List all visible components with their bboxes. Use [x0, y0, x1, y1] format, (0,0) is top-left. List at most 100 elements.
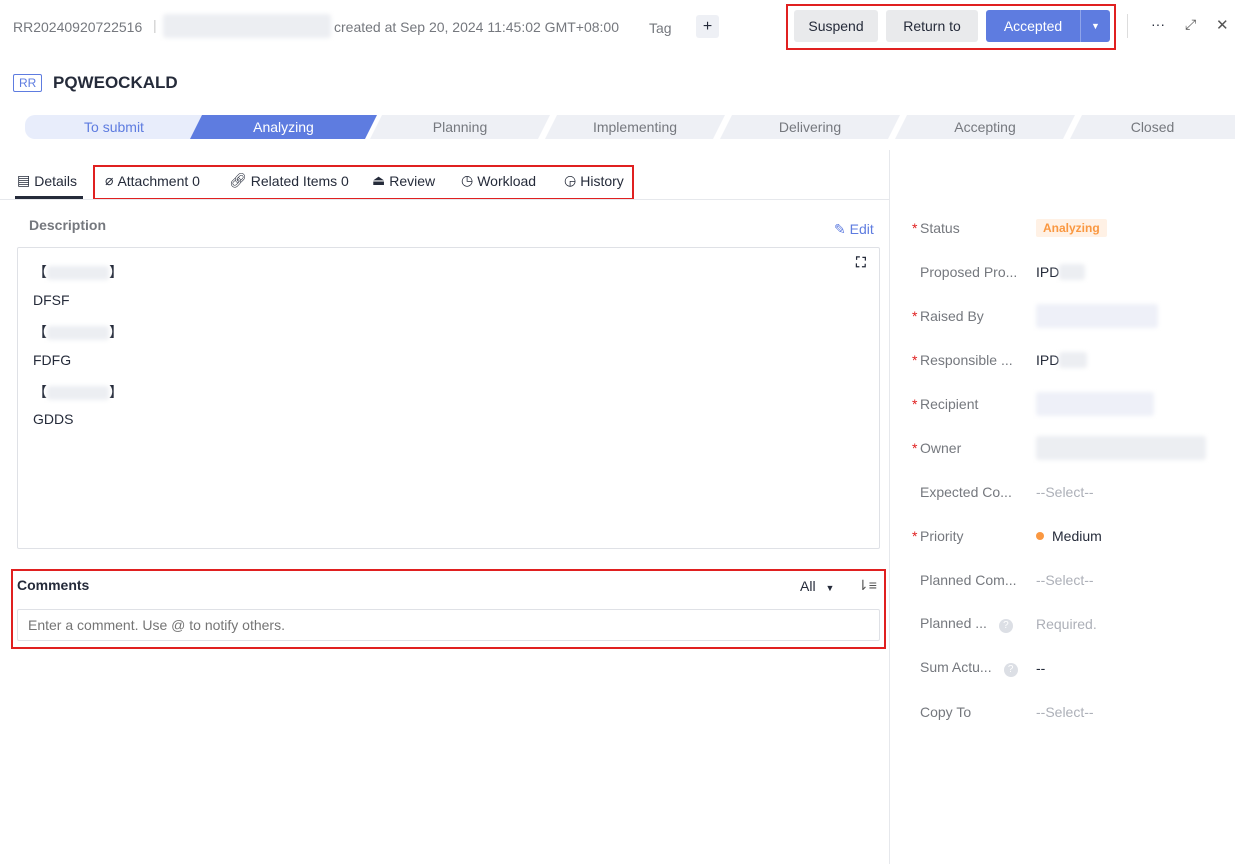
tab-details[interactable]: ▤ Details — [17, 172, 77, 189]
suspend-button[interactable]: Suspend — [794, 10, 878, 42]
paperclip-icon: ⌀ — [105, 172, 114, 188]
field-planned-completion[interactable]: Planned Com... --Select-- — [912, 570, 1094, 590]
required-marker: * — [912, 308, 918, 324]
blurred-heading — [47, 386, 109, 401]
required-marker: * — [912, 220, 918, 236]
add-tag-button[interactable]: + — [696, 15, 719, 38]
clock-icon: ◷ — [461, 172, 474, 188]
required-marker: * — [912, 440, 918, 456]
stage-to-submit[interactable]: To submit — [25, 115, 203, 139]
description-box[interactable] — [17, 247, 880, 549]
field-label: Responsible ... — [920, 352, 1013, 368]
pencil-icon: ✎ — [834, 221, 846, 237]
field-value: Required. — [1036, 616, 1097, 632]
field-value: -- — [1036, 660, 1046, 676]
tab-workload[interactable]: ◷ Workload — [461, 172, 536, 189]
comment-filter-dropdown[interactable]: All ▼ — [800, 578, 834, 594]
field-label: Expected Co... — [920, 484, 1012, 500]
comments-title: Comments — [17, 577, 90, 593]
panel-divider — [889, 150, 890, 864]
close-icon[interactable]: ✕ — [1216, 16, 1229, 34]
edit-button[interactable]: ✎ Edit — [834, 221, 874, 238]
field-raised-by[interactable]: * Raised By — [912, 304, 1158, 328]
blurred-value — [1059, 352, 1088, 368]
stage-closed[interactable]: Closed — [1070, 115, 1235, 139]
field-label: Raised By — [920, 308, 984, 324]
history-icon: ◶ — [564, 172, 577, 188]
type-badge: RR — [13, 74, 43, 92]
field-value: IPD — [1036, 264, 1060, 280]
request-id: RR20240920722516 — [13, 19, 143, 35]
return-to-button[interactable]: Return to — [886, 10, 978, 42]
required-marker: * — [912, 352, 918, 368]
fullscreen-icon[interactable]: ⛶ — [856, 254, 866, 271]
filter-label: All — [800, 578, 816, 594]
stage-delivering[interactable]: Delivering — [720, 115, 900, 139]
blurred-heading — [47, 266, 109, 281]
description-text: DFSF — [33, 292, 70, 308]
description-title: Description — [29, 217, 107, 233]
field-label: Copy To — [920, 704, 972, 720]
help-icon[interactable]: ? — [998, 619, 1013, 633]
creator-blurred — [163, 14, 331, 38]
field-expected-completion[interactable]: Expected Co... --Select-- — [912, 482, 1094, 502]
accepted-button[interactable]: Accepted — [986, 10, 1080, 42]
tab-review[interactable]: ⏏ Review — [372, 172, 435, 189]
tab-label: Details — [34, 172, 78, 189]
field-label: Proposed Pro... — [920, 264, 1018, 280]
blurred-heading — [47, 326, 109, 341]
stage-implementing[interactable]: Implementing — [545, 115, 725, 139]
blurred-value — [1036, 304, 1158, 328]
tab-label: History — [580, 172, 624, 189]
tab-label: Review — [389, 172, 436, 189]
field-label: Sum Actu... — [920, 659, 992, 675]
field-value: --Select-- — [1036, 484, 1094, 500]
stage-accepting[interactable]: Accepting — [895, 115, 1075, 139]
tab-related-items[interactable]: 🔗︎ Related Items 0 — [229, 172, 349, 189]
tab-label: Workload — [477, 172, 537, 189]
field-recipient[interactable]: * Recipient — [912, 392, 1154, 416]
divider — [1127, 14, 1128, 38]
page-title: PQWEOCKALD — [53, 73, 178, 92]
priority-dot-icon — [1036, 532, 1044, 540]
bracket: 【 — [33, 384, 47, 400]
bracket: 【 — [33, 264, 47, 280]
field-label: Planned Com... — [920, 572, 1017, 588]
expand-icon[interactable]: ⤢ — [1185, 16, 1196, 33]
field-value: --Select-- — [1036, 704, 1094, 720]
stage-planning[interactable]: Planning — [370, 115, 550, 139]
field-value: Medium — [1052, 528, 1102, 544]
bracket: 】 — [109, 324, 123, 340]
tab-attachment[interactable]: ⌀ Attachment 0 — [105, 172, 200, 189]
description-text: GDDS — [33, 411, 74, 427]
field-value: IPD — [1036, 352, 1060, 368]
field-owner[interactable]: * Owner — [912, 436, 1206, 460]
field-priority[interactable]: * Priority Medium — [912, 526, 1102, 546]
stage-analyzing[interactable]: Analyzing — [190, 115, 377, 139]
field-value: --Select-- — [1036, 572, 1094, 588]
blurred-value — [1036, 392, 1154, 416]
accepted-dropdown-button[interactable]: ▼ — [1080, 10, 1110, 42]
comment-input[interactable] — [17, 609, 880, 641]
field-sum-actual: Sum Actu...? -- — [912, 658, 1045, 678]
field-copy-to[interactable]: Copy To --Select-- — [912, 702, 1094, 722]
field-label: Priority — [920, 528, 964, 544]
status-badge: Analyzing — [1036, 219, 1107, 237]
tab-history[interactable]: ◶ History — [564, 172, 624, 189]
divider: | — [153, 17, 157, 33]
bracket: 】 — [109, 264, 123, 280]
more-icon[interactable]: ··· — [1151, 16, 1165, 32]
field-planned-workload[interactable]: Planned ...? Required. — [912, 614, 1097, 634]
tag-label: Tag — [649, 20, 672, 36]
tabs-divider — [0, 199, 890, 200]
bracket: 】 — [109, 384, 123, 400]
sort-icon[interactable]: ⇂≡ — [857, 577, 877, 594]
tab-label: Related Items 0 — [250, 172, 349, 189]
field-proposed-product[interactable]: Proposed Pro... IPD — [912, 262, 1086, 282]
chevron-down-icon: ▼ — [825, 583, 835, 593]
required-marker: * — [912, 396, 918, 412]
required-marker: * — [912, 528, 918, 544]
blurred-value — [1059, 264, 1086, 280]
field-responsible[interactable]: * Responsible ... IPD — [912, 350, 1088, 370]
help-icon[interactable]: ? — [1003, 663, 1018, 677]
